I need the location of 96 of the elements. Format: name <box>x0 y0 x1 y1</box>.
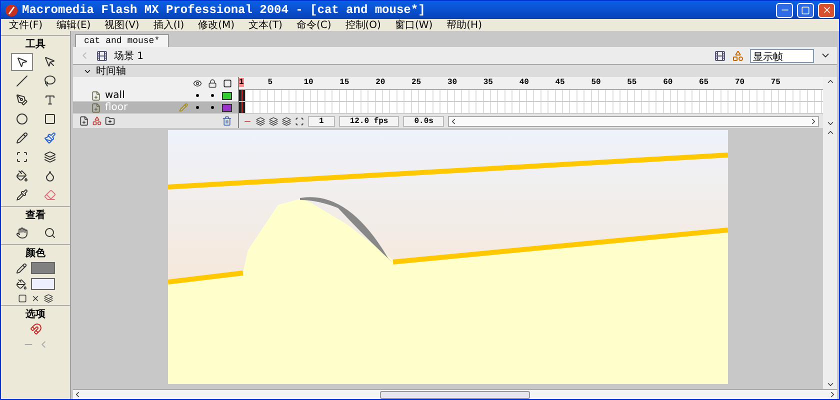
timeline-title: 时间轴 <box>96 64 126 78</box>
layer-outline-color[interactable] <box>222 92 232 100</box>
frame-number: 40 <box>519 78 529 87</box>
scroll-down-icon <box>826 119 834 128</box>
lasso-tool-icon <box>44 75 56 87</box>
toolbox-section-label: 颜色 <box>1 244 70 260</box>
eraser-icon <box>44 189 56 201</box>
visibility-dot[interactable] <box>196 94 199 97</box>
menu-item[interactable]: 编辑(E) <box>56 18 91 32</box>
frame-number: 75 <box>770 78 780 87</box>
scroll-thumb[interactable] <box>380 390 530 398</box>
current-frame: 1 <box>308 116 335 126</box>
search-icon <box>44 227 56 239</box>
frame-number: 30 <box>447 78 458 87</box>
layer-icon <box>91 90 101 100</box>
close-icon <box>822 5 832 15</box>
scroll-up-icon <box>826 128 834 137</box>
text-tool-icon <box>44 94 56 106</box>
scroll-up-icon <box>826 77 834 86</box>
frame-rate: 12.0 fps <box>338 116 400 126</box>
tool-button[interactable] <box>10 53 32 71</box>
window-title: Macromedia Flash MX Professional 2004 - [cat and mouse*] <box>22 3 426 17</box>
menu-item[interactable]: 插入(I) <box>153 18 184 32</box>
eye-icon <box>193 79 202 88</box>
keyframe-marker[interactable] <box>239 90 245 101</box>
outline-icon <box>223 79 232 88</box>
toolbox-section-label: 工具 <box>1 35 70 51</box>
frame-number: 5 <box>268 78 273 87</box>
frame-number: 60 <box>663 78 673 87</box>
scroll-down-icon <box>826 380 834 389</box>
brush-tool-icon <box>44 132 56 144</box>
lock-icon <box>208 79 217 88</box>
close-button[interactable] <box>818 2 835 18</box>
layer-name: floor <box>105 102 129 113</box>
visibility-dot[interactable] <box>196 106 199 109</box>
pen-tool-icon <box>16 94 28 106</box>
layer-icon <box>91 102 101 112</box>
stage-scrollbar[interactable] <box>73 389 837 399</box>
frame-number: 1 <box>239 78 244 87</box>
rectangle-tool-icon <box>44 113 56 125</box>
no-color-icon <box>31 294 40 303</box>
keyframe-marker[interactable] <box>239 102 245 113</box>
frame-number: 65 <box>699 78 709 87</box>
scroll-left-icon <box>73 390 82 399</box>
frame-number: 35 <box>483 78 493 87</box>
view-dropdown[interactable]: 显示帧 <box>750 48 814 62</box>
layer-outline-color[interactable] <box>222 104 232 112</box>
frame-number: 10 <box>304 78 314 87</box>
timeline-scrollbar[interactable] <box>448 116 819 126</box>
layer-row[interactable]: wall <box>73 90 238 102</box>
frame-number: 15 <box>340 78 350 87</box>
document-tab[interactable]: cat and mouse* <box>75 34 169 47</box>
fill-color-swatch[interactable] <box>31 278 55 290</box>
eyedropper-icon <box>16 189 28 201</box>
elapsed-time: 0.0s <box>403 116 444 126</box>
insert-layer-icon <box>79 116 89 126</box>
maximize-icon <box>801 6 810 14</box>
frame-number: 45 <box>555 78 565 87</box>
menu-item[interactable]: 帮助(H) <box>446 18 482 32</box>
lock-dot[interactable] <box>211 94 214 97</box>
pencil-icon <box>16 262 27 274</box>
scroll-right-icon <box>828 390 837 399</box>
scene-label: 场景 1 <box>114 50 144 62</box>
menu-item[interactable]: 窗口(W) <box>394 18 433 32</box>
line-tool-icon <box>16 75 28 87</box>
clapperboard-icon <box>714 50 726 62</box>
shapes-icon <box>732 50 744 62</box>
menu-item[interactable]: 控制(O) <box>345 18 381 32</box>
frame-number: 25 <box>412 78 422 87</box>
app-logo-icon <box>5 4 18 16</box>
frame-number: 50 <box>591 78 601 87</box>
menu-item[interactable]: 文件(F) <box>9 18 43 32</box>
maximize-button[interactable] <box>797 2 814 18</box>
lock-dot[interactable] <box>211 106 214 109</box>
minimize-button[interactable] <box>776 2 793 18</box>
hand-icon <box>16 227 28 239</box>
magnet-icon <box>30 323 42 335</box>
clapperboard-icon <box>96 50 108 62</box>
frame-number: 70 <box>734 78 745 87</box>
arrow-tool-icon <box>16 56 28 68</box>
subselect-tool-icon <box>44 56 56 68</box>
trash-icon <box>222 116 232 126</box>
frame-number: 20 <box>376 78 386 87</box>
toolbox-section-label: 选项 <box>1 305 70 321</box>
stroke-color-swatch[interactable] <box>31 262 55 274</box>
scroll-right-icon <box>809 116 818 126</box>
folder-icon <box>105 116 115 126</box>
menu-item[interactable]: 修改(M) <box>198 18 235 32</box>
layer-name: wall <box>105 90 126 101</box>
menu-item[interactable]: 命令(C) <box>296 18 332 32</box>
pencil-tool-icon <box>16 132 28 144</box>
frame-number: 55 <box>627 78 637 87</box>
menu-item[interactable]: 视图(V) <box>104 18 140 32</box>
menu-item[interactable]: 文本(T) <box>248 18 282 32</box>
oval-tool-icon <box>16 113 28 125</box>
toolbox-section-label: 查看 <box>1 206 70 222</box>
